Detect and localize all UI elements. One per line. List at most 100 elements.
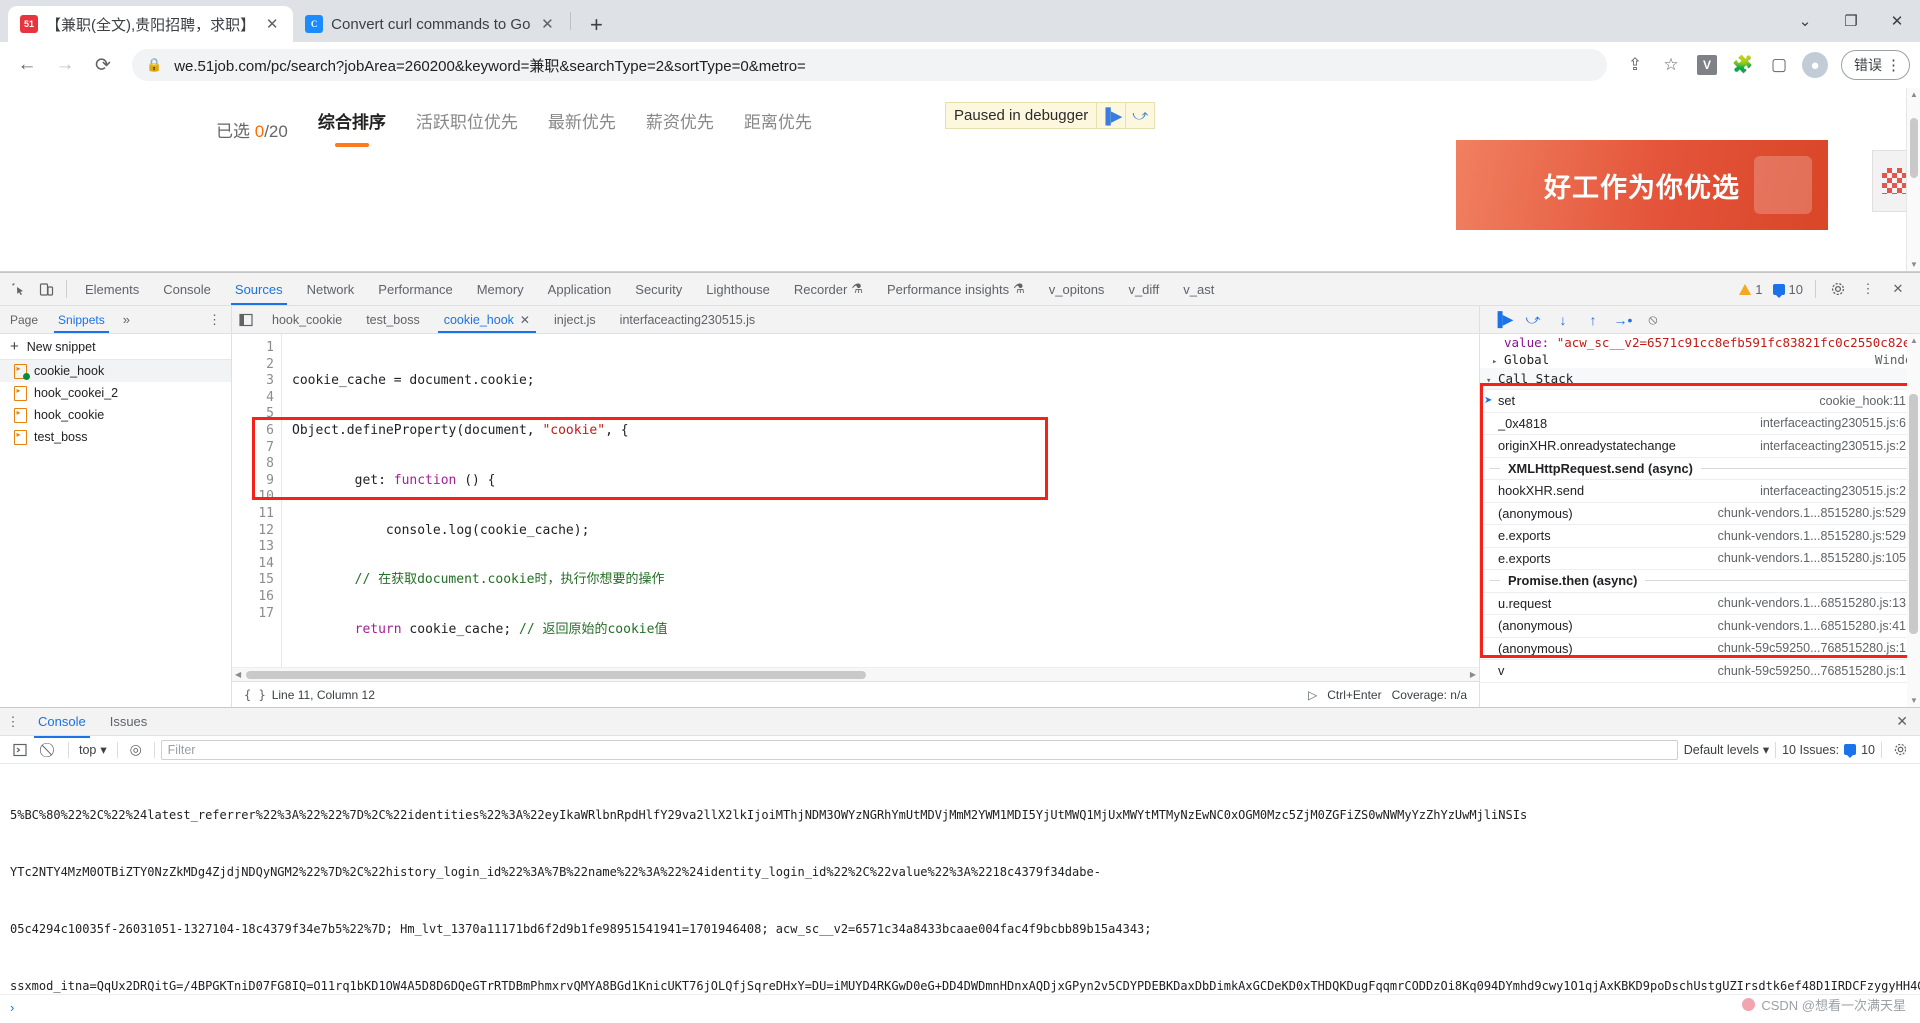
- scroll-left-icon[interactable]: ◀: [235, 670, 241, 679]
- tab-security[interactable]: Security: [623, 273, 694, 305]
- forward-icon[interactable]: →: [48, 48, 82, 82]
- message-count[interactable]: 10: [1769, 282, 1807, 298]
- call-stack-row[interactable]: (anonymous) chunk-vendors.1...8515280.js…: [1480, 503, 1920, 525]
- file-tab-interfaceacting[interactable]: interfaceacting230515.js: [608, 306, 768, 333]
- tab-network[interactable]: Network: [295, 273, 367, 305]
- scroll-down-icon[interactable]: ▼: [1910, 260, 1918, 269]
- code-editor[interactable]: 1 2 3 4 5 6 7 8 9 10 11 12 13 14 15 16 1…: [232, 334, 1479, 681]
- scrollbar-thumb[interactable]: [1909, 394, 1918, 634]
- navigator-tab-snippets[interactable]: Snippets: [48, 306, 115, 333]
- call-stack-row[interactable]: _0x4818 interfaceacting230515.js:6: [1480, 413, 1920, 435]
- tab-elements[interactable]: Elements: [73, 273, 151, 305]
- scroll-down-icon[interactable]: ▼: [1910, 696, 1918, 705]
- window-close-icon[interactable]: ✕: [1874, 0, 1920, 42]
- chevron-down-icon[interactable]: ▾: [1486, 376, 1498, 386]
- tab-v-diff[interactable]: v_diff: [1116, 273, 1171, 305]
- reload-icon[interactable]: ⟳: [86, 48, 120, 82]
- sort-tab-composite[interactable]: 综合排序: [318, 108, 386, 151]
- editor-horizontal-scrollbar[interactable]: ◀ ▶: [232, 667, 1479, 681]
- snippet-item-hook-cookei-2[interactable]: hook_cookei_2: [0, 382, 231, 404]
- scope-row-global[interactable]: ▸ Global Window: [1480, 351, 1920, 368]
- sort-tab-active-jobs[interactable]: 活跃职位优先: [416, 108, 518, 151]
- scrollbar-thumb[interactable]: [246, 671, 866, 679]
- tab-lighthouse[interactable]: Lighthouse: [694, 273, 782, 305]
- call-stack-row[interactable]: e.exports chunk-vendors.1...8515280.js:5…: [1480, 525, 1920, 548]
- chevron-double-right-icon[interactable]: »: [115, 312, 138, 327]
- step-out-icon[interactable]: ↑: [1580, 308, 1606, 332]
- step-icon[interactable]: →•: [1610, 308, 1636, 332]
- tab-v-opitons[interactable]: v_opitons: [1037, 273, 1117, 305]
- warning-count[interactable]: 1: [1735, 282, 1766, 297]
- resume-icon[interactable]: ▐▶: [1096, 103, 1125, 128]
- code-content[interactable]: cookie_cache = document.cookie; Object.d…: [282, 334, 1479, 667]
- side-panel-icon[interactable]: ▢: [1763, 49, 1795, 81]
- call-stack-row[interactable]: set cookie_hook:11: [1480, 390, 1920, 413]
- snippet-item-hook-cookie[interactable]: hook_cookie: [0, 404, 231, 426]
- maximize-icon[interactable]: ❐: [1828, 0, 1874, 42]
- more-options-icon[interactable]: ⋮: [1886, 56, 1901, 74]
- navigator-tab-page[interactable]: Page: [0, 306, 48, 333]
- console-issues-chip[interactable]: 10 Issues: 10: [1782, 743, 1875, 758]
- scrollbar-thumb[interactable]: [1910, 118, 1918, 178]
- tab-memory[interactable]: Memory: [465, 273, 536, 305]
- clear-console-icon[interactable]: ⃠: [38, 739, 62, 761]
- address-bar[interactable]: 🔒 we.51job.com/pc/search?jobArea=260200&…: [132, 49, 1607, 81]
- live-expression-icon[interactable]: ◎: [124, 739, 148, 761]
- more-options-icon[interactable]: ⋮: [0, 714, 26, 730]
- share-icon[interactable]: ⇪: [1619, 49, 1651, 81]
- new-tab-button[interactable]: +: [579, 8, 613, 42]
- show-console-sidebar-icon[interactable]: [8, 739, 32, 761]
- scroll-up-icon[interactable]: ▲: [1910, 336, 1918, 345]
- call-stack-section-header[interactable]: ▾ Call Stack: [1480, 368, 1920, 390]
- coverage-label[interactable]: Coverage: n/a: [1392, 688, 1467, 702]
- run-snippet-icon[interactable]: ▷: [1308, 688, 1317, 702]
- file-tab-hook-cookie[interactable]: hook_cookie: [260, 306, 354, 333]
- tab-performance-insights[interactable]: Performance insights ⚗: [875, 273, 1037, 305]
- close-devtools-icon[interactable]: ✕: [1884, 275, 1912, 303]
- sort-tab-distance[interactable]: 距离优先: [744, 108, 812, 151]
- console-filter-input[interactable]: Filter: [160, 739, 1678, 760]
- more-options-icon[interactable]: ⋮: [208, 312, 231, 328]
- sort-tab-salary[interactable]: 薪资优先: [646, 108, 714, 151]
- call-stack-row[interactable]: hookXHR.send interfaceacting230515.js:2: [1480, 480, 1920, 503]
- extensions-icon[interactable]: 🧩: [1727, 49, 1759, 81]
- console-prompt[interactable]: ›: [0, 994, 1920, 1020]
- promo-banner[interactable]: 好工作为你优选: [1456, 140, 1828, 230]
- debugger-scrollbar[interactable]: ▲ ▼: [1907, 334, 1920, 707]
- scope-row-value[interactable]: value: "acw_sc__v2=6571c91cc8efb591fc838…: [1480, 334, 1920, 351]
- tab-sources[interactable]: Sources: [223, 273, 295, 305]
- tab-performance[interactable]: Performance: [366, 273, 464, 305]
- page-scrollbar[interactable]: ▲ ▼: [1906, 88, 1920, 271]
- tab-application[interactable]: Application: [536, 273, 624, 305]
- call-stack-row[interactable]: v chunk-59c59250...768515280.js:1: [1480, 660, 1920, 683]
- avatar[interactable]: ●: [1799, 49, 1831, 81]
- sort-tab-newest[interactable]: 最新优先: [548, 108, 616, 151]
- gear-icon[interactable]: [1888, 739, 1912, 761]
- deactivate-breakpoints-icon[interactable]: ⦸: [1640, 308, 1666, 332]
- debugger-scope-and-stack[interactable]: value: "acw_sc__v2=6571c91cc8efb591fc838…: [1480, 334, 1920, 707]
- resume-script-icon[interactable]: ▐▶: [1490, 308, 1516, 332]
- close-icon[interactable]: ✕: [263, 15, 281, 33]
- device-toolbar-icon[interactable]: [32, 275, 60, 303]
- browser-tab-curl-converter[interactable]: C Convert curl commands to Go ✕: [293, 6, 569, 42]
- gear-icon[interactable]: [1824, 275, 1852, 303]
- format-braces-icon[interactable]: { }: [232, 688, 272, 702]
- browser-tab-51job[interactable]: 51 【兼职(全文),贵阳招聘，求职】 ✕: [8, 6, 294, 42]
- extension-v-icon[interactable]: V: [1691, 49, 1723, 81]
- new-snippet-button[interactable]: + New snippet: [0, 334, 231, 360]
- drawer-tab-issues[interactable]: Issues: [98, 706, 160, 738]
- step-over-icon[interactable]: ⤻: [1125, 103, 1154, 128]
- close-icon[interactable]: ✕: [538, 15, 556, 33]
- minimize-icon[interactable]: ⌄: [1782, 0, 1828, 42]
- close-icon[interactable]: ✕: [520, 313, 530, 327]
- call-stack-row[interactable]: (anonymous) chunk-59c59250...768515280.j…: [1480, 638, 1920, 660]
- close-drawer-icon[interactable]: ✕: [1896, 713, 1920, 730]
- drawer-tab-console[interactable]: Console: [26, 706, 98, 738]
- tab-v-ast[interactable]: v_ast: [1171, 273, 1226, 305]
- show-navigator-icon[interactable]: [232, 313, 260, 327]
- step-into-icon[interactable]: ↓: [1550, 308, 1576, 332]
- call-stack-row[interactable]: u.request chunk-vendors.1...68515280.js:…: [1480, 593, 1920, 615]
- file-tab-inject-js[interactable]: inject.js: [542, 306, 608, 333]
- file-tab-cookie-hook[interactable]: cookie_hook ✕: [432, 306, 542, 333]
- inspect-element-icon[interactable]: [4, 275, 32, 303]
